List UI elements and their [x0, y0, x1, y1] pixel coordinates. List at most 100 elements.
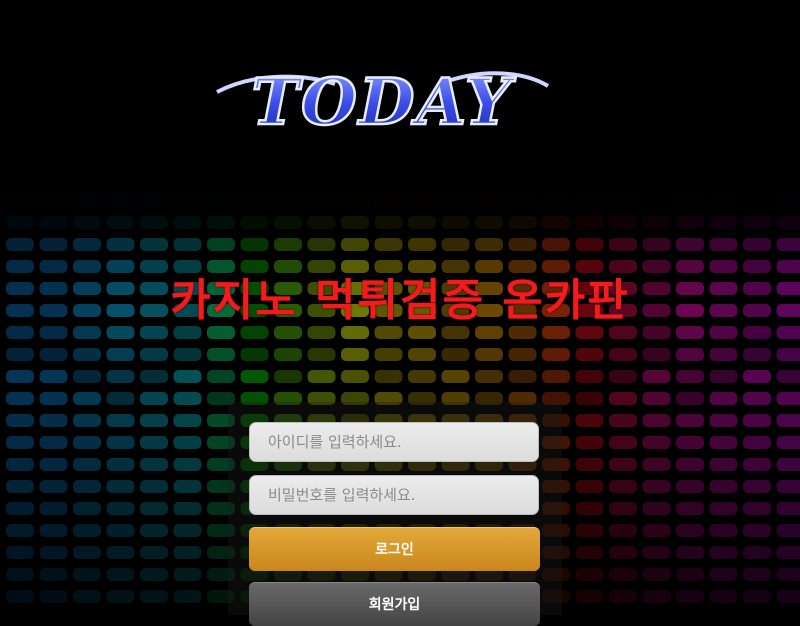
equalizer-bar [710, 392, 738, 405]
equalizer-bar [676, 436, 704, 449]
equalizer-bar [777, 348, 800, 361]
equalizer-bar [107, 480, 135, 493]
equalizer-bar [576, 458, 604, 471]
equalizer-bar [73, 436, 101, 449]
equalizer-bar [442, 238, 470, 251]
equalizer-bar [40, 568, 68, 581]
equalizer-bar [6, 502, 34, 515]
equalizer-bar [73, 414, 101, 427]
equalizer-bar [576, 524, 604, 537]
equalizer-bar [107, 348, 135, 361]
equalizer-bar [676, 238, 704, 251]
equalizer-bar [743, 458, 771, 471]
username-input[interactable] [249, 422, 539, 462]
equalizer-bar [375, 348, 403, 361]
equalizer-bar [40, 502, 68, 515]
equalizer-bar [710, 524, 738, 537]
equalizer-bar [777, 414, 800, 427]
equalizer-bar [174, 414, 202, 427]
equalizer-bar [73, 502, 101, 515]
equalizer-bar [542, 238, 570, 251]
equalizer-bar [107, 502, 135, 515]
equalizer-bar [107, 370, 135, 383]
equalizer-bar [609, 436, 637, 449]
equalizer-bar [710, 502, 738, 515]
equalizer-bar [643, 414, 671, 427]
equalizer-bar [73, 458, 101, 471]
equalizer-bar [73, 348, 101, 361]
equalizer-bar [107, 392, 135, 405]
equalizer-bar [576, 436, 604, 449]
equalizer-bar [408, 348, 436, 361]
equalizer-bar [643, 370, 671, 383]
equalizer-bar [40, 414, 68, 427]
equalizer-bar [643, 480, 671, 493]
equalizer-bar [73, 480, 101, 493]
equalizer-bar [609, 348, 637, 361]
equalizer-bar [743, 436, 771, 449]
equalizer-bar [308, 238, 336, 251]
equalizer-bar [777, 590, 800, 603]
equalizer-bar [274, 370, 302, 383]
equalizer-bar [107, 568, 135, 581]
equalizer-bar [6, 568, 34, 581]
equalizer-bar [676, 546, 704, 559]
equalizer-bar [509, 348, 537, 361]
equalizer-bar [40, 524, 68, 537]
equalizer-bar [576, 568, 604, 581]
equalizer-bar [40, 370, 68, 383]
equalizer-bar [576, 590, 604, 603]
equalizer-bar [6, 480, 34, 493]
equalizer-bar [207, 348, 235, 361]
equalizer-bar [6, 458, 34, 471]
equalizer-bar [576, 370, 604, 383]
login-button[interactable]: 로그인 [249, 527, 540, 571]
equalizer-bar [6, 590, 34, 603]
equalizer-bar [743, 480, 771, 493]
equalizer-bar [777, 392, 800, 405]
equalizer-bar [40, 436, 68, 449]
equalizer-bar [107, 546, 135, 559]
equalizer-bar [375, 370, 403, 383]
equalizer-bar [676, 414, 704, 427]
equalizer-bar [140, 590, 168, 603]
equalizer-bar [140, 502, 168, 515]
equalizer-bar [576, 546, 604, 559]
equalizer-bar [6, 238, 34, 251]
equalizer-bar [542, 370, 570, 383]
equalizer-bar [174, 392, 202, 405]
equalizer-bar [40, 480, 68, 493]
equalizer-bar [576, 238, 604, 251]
equalizer-bar [777, 568, 800, 581]
equalizer-bar [710, 458, 738, 471]
equalizer-bar [174, 458, 202, 471]
equalizer-bar [643, 348, 671, 361]
equalizer-bar [743, 370, 771, 383]
equalizer-bar [140, 524, 168, 537]
equalizer-bar [576, 414, 604, 427]
equalizer-bar [676, 590, 704, 603]
equalizer-bar [542, 348, 570, 361]
equalizer-bar [6, 392, 34, 405]
equalizer-bar [140, 480, 168, 493]
password-input[interactable] [249, 475, 539, 515]
equalizer-bar [73, 370, 101, 383]
equalizer-bar [140, 370, 168, 383]
equalizer-bar [174, 590, 202, 603]
equalizer-bar [609, 568, 637, 581]
equalizer-bar [743, 546, 771, 559]
equalizer-bar [308, 348, 336, 361]
equalizer-bar [609, 458, 637, 471]
equalizer-bar [73, 546, 101, 559]
equalizer-bar [174, 546, 202, 559]
equalizer-bar [73, 590, 101, 603]
equalizer-bar [174, 480, 202, 493]
equalizer-bar [609, 546, 637, 559]
equalizer-bar [676, 348, 704, 361]
join-button[interactable]: 회원가입 [249, 582, 540, 626]
equalizer-bar [609, 502, 637, 515]
equalizer-bar [643, 392, 671, 405]
headline: 카지노 먹튀검증 온카판 [0, 264, 800, 328]
equalizer-bar [174, 370, 202, 383]
equalizer-bar [777, 546, 800, 559]
